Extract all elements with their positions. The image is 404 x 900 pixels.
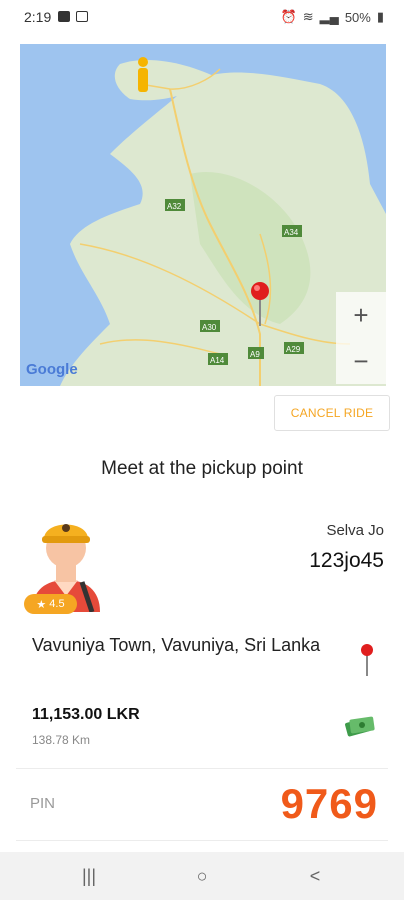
svg-text:A29: A29 <box>286 345 301 354</box>
status-time: 2:19 <box>24 9 52 25</box>
trip-distance: 138.78 Km <box>32 733 91 747</box>
zoom-out-button[interactable]: − <box>336 338 386 384</box>
recent-apps-button[interactable]: ||| <box>74 864 104 888</box>
driver-rating: 4.5 <box>49 598 65 610</box>
google-logo: Google <box>26 361 78 378</box>
home-button[interactable]: ○ <box>187 864 217 888</box>
svg-text:A34: A34 <box>284 228 299 237</box>
road-label-a34: A34 <box>282 225 302 237</box>
status-bar: 2:19 ⏰ ≋ ▂▄ 50% ▮ <box>0 0 404 34</box>
svg-text:A14: A14 <box>210 356 225 365</box>
cash-icon <box>344 712 376 738</box>
signal-icon: ▂▄ <box>319 9 339 24</box>
alarm-icon: ⏰ <box>280 9 297 24</box>
road-label-a29: A29 <box>284 342 304 354</box>
svg-text:A9: A9 <box>250 350 260 359</box>
svg-text:A30: A30 <box>202 323 217 332</box>
wifi-icon: ≋ <box>302 9 314 24</box>
divider <box>16 768 388 769</box>
vehicle-number: 123jo45 <box>309 549 384 572</box>
divider <box>16 840 388 841</box>
back-button[interactable]: < <box>300 864 330 888</box>
status-right: ⏰ ≋ ▂▄ 50% ▮ <box>281 9 385 25</box>
fare-amount: 11,153.00 LKR <box>32 706 140 723</box>
map-view[interactable]: A32 A34 A30 A9 A29 A14 + − Google <box>20 44 386 386</box>
zoom-in-button[interactable]: + <box>336 292 386 338</box>
cancel-ride-button[interactable]: CANCEL RIDE <box>274 395 390 431</box>
battery-percent: 50% <box>344 9 371 25</box>
road-label-a30: A30 <box>200 320 220 332</box>
road-label-a14: A14 <box>208 353 228 365</box>
road-label-a9: A9 <box>248 347 264 359</box>
battery-icon: ▮ <box>376 9 384 24</box>
map-canvas: A32 A34 A30 A9 A29 A14 <box>60 57 386 386</box>
notification-icon <box>58 11 70 22</box>
system-nav-bar: ||| ○ < <box>0 852 404 900</box>
driver-rating-badge: ★ 4.5 <box>24 594 77 614</box>
gallery-icon <box>76 11 88 22</box>
ride-status-message: Meet at the pickup point <box>101 458 303 479</box>
map-pin-icon <box>358 642 376 676</box>
pin-label: PIN <box>30 795 56 812</box>
pin-value: 9769 <box>280 780 378 827</box>
pickup-address: Vavuniya Town, Vavuniya, Sri Lanka <box>32 635 321 655</box>
star-icon: ★ <box>36 598 47 611</box>
driver-name: Selva Jo <box>326 522 384 539</box>
road-label-a32: A32 <box>165 199 185 211</box>
svg-text:A32: A32 <box>167 202 182 211</box>
pegman-icon[interactable] <box>138 57 148 92</box>
